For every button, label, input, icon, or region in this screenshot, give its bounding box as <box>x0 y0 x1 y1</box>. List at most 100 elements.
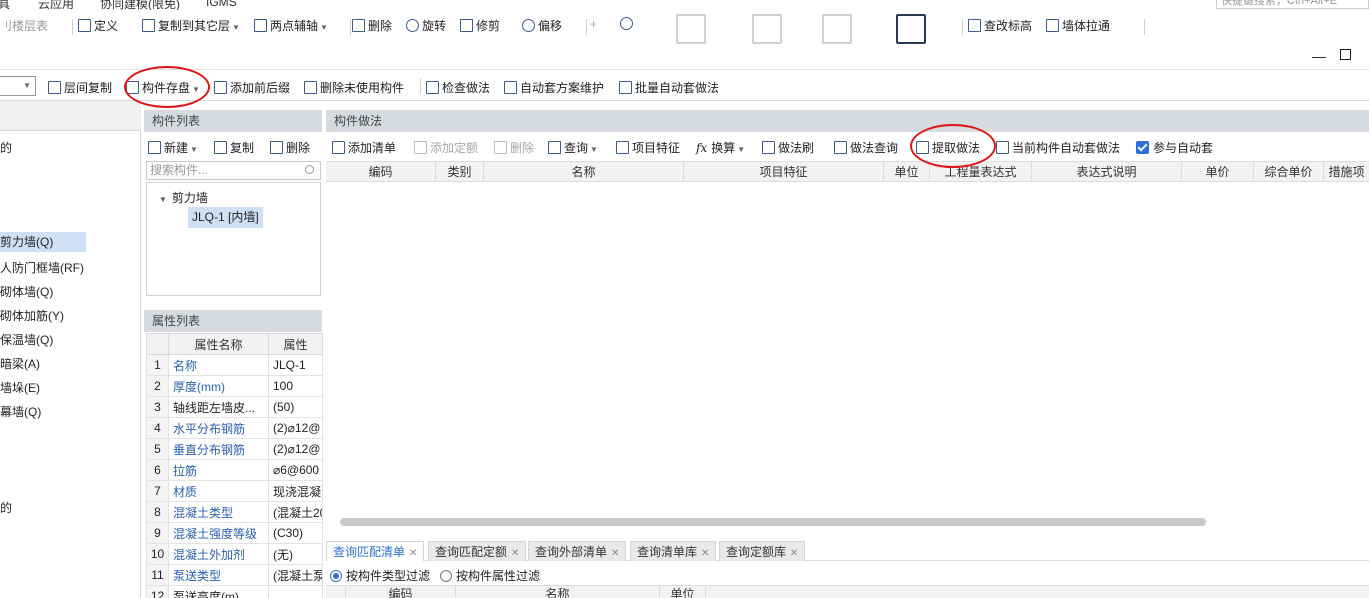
property-row-number: 2 <box>146 375 169 397</box>
horizontal-scrollbar[interactable] <box>340 518 1206 526</box>
property-row[interactable]: 2 厚度(mm) 100 <box>146 375 323 397</box>
menu-item-igms[interactable]: IGMS <box>206 0 237 9</box>
extract-method-button[interactable]: 提取做法 <box>916 139 980 156</box>
define-button[interactable]: 定义 <box>78 17 118 34</box>
check-method-button[interactable]: 检查做法 <box>426 79 490 96</box>
tab-query-quota-library[interactable]: 查询定额库 ✕ <box>719 541 806 561</box>
close-icon[interactable]: ✕ <box>611 548 619 559</box>
type-item-curtain-wall[interactable]: 幕墙(Q) <box>0 403 41 420</box>
delete-unused-icon <box>304 81 317 94</box>
delete-method-button[interactable]: 删除 <box>494 139 534 156</box>
type-item-masonry-wall[interactable]: 砌体墙(Q) <box>0 283 53 300</box>
property-value[interactable]: (无) <box>268 543 323 565</box>
grid-tool-icon[interactable] <box>676 14 706 44</box>
two-point-axis-button[interactable]: 两点辅轴 ▼ <box>254 17 328 34</box>
property-value[interactable]: 现浇混凝 <box>268 480 323 502</box>
layout-tool-icon[interactable] <box>822 14 852 44</box>
tree-node-shear-wall[interactable]: ▼ 剪力墙 <box>159 189 208 206</box>
query-button[interactable]: 查询 ▼ <box>548 139 598 156</box>
property-value[interactable]: (2)⌀12@ <box>268 438 323 460</box>
offset-button[interactable]: 偏移 <box>522 17 562 34</box>
item-feature-button[interactable]: 项目特征 <box>616 139 680 156</box>
minimize-icon[interactable]: — <box>1312 48 1326 64</box>
property-value[interactable]: (C30) <box>268 522 323 544</box>
property-value[interactable]: (混凝土泵 <box>268 564 323 586</box>
new-component-button[interactable]: 新建 ▼ <box>148 139 198 156</box>
component-save-button[interactable]: 构件存盘 ▼ <box>126 79 200 96</box>
property-value[interactable]: 100 <box>268 375 323 397</box>
close-icon[interactable]: ✕ <box>409 548 417 559</box>
type-item-insulation-wall[interactable]: 保温墙(Q) <box>0 331 53 348</box>
add-prefix-button[interactable]: 添加前后缀 <box>214 79 290 96</box>
tab-query-external-list[interactable]: 查询外部清单 ✕ <box>528 541 627 561</box>
close-icon[interactable]: ✕ <box>790 548 798 559</box>
close-icon[interactable]: ✕ <box>511 548 519 559</box>
property-row[interactable]: 6 拉筋 ⌀6@600 <box>146 459 323 481</box>
property-row[interactable]: 3 轴线距左墙皮... (50) <box>146 396 323 418</box>
property-row[interactable]: 7 材质 现浇混凝 <box>146 480 323 502</box>
crosshair-icon[interactable]: + <box>590 17 597 31</box>
convert-button[interactable]: fx 换算 ▼ <box>696 139 745 156</box>
function-icon: fx <box>696 141 708 155</box>
tab-query-match-quota[interactable]: 查询匹配定额 ✕ <box>428 541 527 561</box>
tab-query-list-library[interactable]: 查询清单库 ✕ <box>630 541 717 561</box>
filter-by-attr-radio[interactable]: 按构件属性过滤 <box>440 567 540 584</box>
method-brush-button[interactable]: 做法刷 <box>762 139 814 156</box>
measure-icon[interactable] <box>620 17 636 31</box>
property-value[interactable]: JLQ-1 <box>268 354 323 376</box>
menu-item-cloud-app[interactable]: 云应用 <box>38 0 74 10</box>
property-row[interactable]: 10 混凝土外加剂 (无) <box>146 543 323 565</box>
filter-by-type-radio[interactable]: 按构件类型过滤 <box>330 567 430 584</box>
menu-item-collab[interactable]: 协同建模(限免) <box>100 0 180 10</box>
copy-to-floor-button[interactable]: 复制到其它层 ▼ <box>142 17 240 34</box>
property-value[interactable]: (50) <box>268 396 323 418</box>
maximize-icon[interactable] <box>1340 49 1351 60</box>
delete-button[interactable]: 删除 <box>352 17 392 34</box>
join-auto-checkbox[interactable]: 参与自动套 <box>1136 139 1213 156</box>
batch-auto-button[interactable]: 批量自动套做法 <box>619 79 719 96</box>
delete-component-button[interactable]: 删除 <box>270 139 310 156</box>
shortcut-search-input[interactable]: 快捷键搜索，Ctrl+Alt+E <box>1216 0 1369 9</box>
component-search-input[interactable]: 搜索构件... <box>146 161 321 180</box>
type-item-hidden-beam[interactable]: 暗梁(A) <box>0 355 40 372</box>
property-row[interactable]: 11 泵送类型 (混凝土泵 <box>146 564 323 586</box>
type-item-wall-pier[interactable]: 墙垛(E) <box>0 379 40 396</box>
wall-extend-button[interactable]: 墙体拉通 <box>1046 17 1110 34</box>
check-elevation-button[interactable]: 查改标高 <box>968 17 1032 34</box>
type-item-shear-wall[interactable]: 剪力墙(Q) <box>0 232 86 252</box>
property-row[interactable]: 9 混凝土强度等级 (C30) <box>146 522 323 544</box>
wall-extend-label: 墙体拉通 <box>1062 19 1111 33</box>
door-tool-icon[interactable] <box>752 14 782 44</box>
property-row[interactable]: 1 名称 JLQ-1 <box>146 354 323 376</box>
mesh-tool-icon[interactable] <box>896 14 926 44</box>
property-row[interactable]: 12 泵送高度(m) <box>146 585 323 598</box>
current-auto-method-button[interactable]: 当前构件自动套做法 <box>996 139 1120 156</box>
delete-unused-button[interactable]: 删除未使用构件 <box>304 79 404 96</box>
chevron-down-icon: ▼ <box>192 85 200 94</box>
trim-button[interactable]: 修剪 <box>460 17 500 34</box>
tree-node-jlq1[interactable]: JLQ-1 [内墙] <box>188 207 263 228</box>
add-quota-button[interactable]: 添加定额 <box>414 139 478 156</box>
property-row[interactable]: 8 混凝土类型 (混凝土20 <box>146 501 323 523</box>
menu-item[interactable]: 具 <box>0 0 10 10</box>
property-value[interactable]: ⌀6@600 <box>268 459 323 481</box>
type-item-masonry-rebar[interactable]: 砌体加筋(Y) <box>0 307 64 324</box>
floor-copy-button[interactable]: 层间复制 <box>48 79 112 96</box>
floor-table-button[interactable]: 刂楼层表 <box>0 17 48 34</box>
property-row[interactable]: 4 水平分布钢筋 (2)⌀12@ <box>146 417 323 439</box>
property-value[interactable]: (2)⌀12@ <box>268 417 323 439</box>
tab-query-match-list[interactable]: 查询匹配清单 ✕ <box>326 541 425 561</box>
close-icon[interactable]: ✕ <box>701 548 709 559</box>
col-unit: 单位 <box>660 586 706 598</box>
query-tabs: 查询匹配清单 ✕ 查询匹配定额 ✕ 查询外部清单 ✕ 查询清单库 ✕ 查询定额库 ✕ <box>326 539 1369 561</box>
rotate-button[interactable]: 旋转 <box>406 17 446 34</box>
property-value[interactable]: (混凝土20 <box>268 501 323 523</box>
method-query-button[interactable]: 做法查询 <box>834 139 898 156</box>
type-item-civil-defense-wall[interactable]: 人防门框墙(RF) <box>0 259 84 276</box>
property-value[interactable] <box>268 585 323 598</box>
copy-component-button[interactable]: 复制 <box>214 139 254 156</box>
add-list-button[interactable]: 添加清单 <box>332 139 396 156</box>
auto-scheme-button[interactable]: 自动套方案维护 <box>504 79 604 96</box>
property-row[interactable]: 5 垂直分布钢筋 (2)⌀12@ <box>146 438 323 460</box>
component-type-select[interactable]: ▼ <box>0 76 36 96</box>
